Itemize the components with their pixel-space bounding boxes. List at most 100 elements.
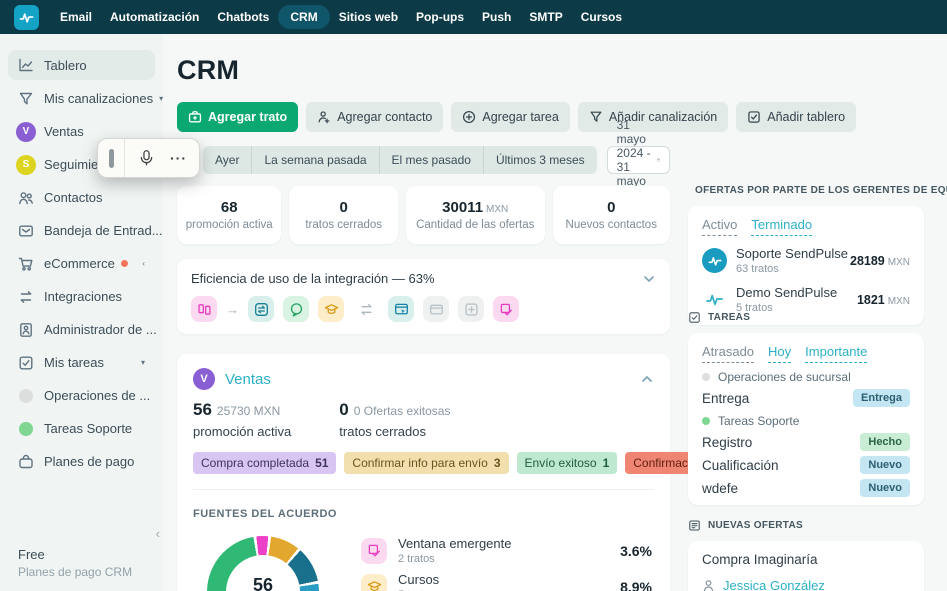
task-status-badge: Nuevo bbox=[860, 456, 910, 474]
text-cursor-handle[interactable] bbox=[98, 139, 125, 177]
wallet-icon bbox=[18, 454, 34, 470]
donut-center-value: 56 bbox=[253, 575, 273, 591]
sidebar-item-label: Contactos bbox=[44, 190, 103, 205]
tab-importante[interactable]: Importante bbox=[805, 344, 867, 363]
sidebar-item-tareas-soporte[interactable]: Tareas Soporte bbox=[0, 412, 163, 445]
nav-item-sitios-web[interactable]: Sitios web bbox=[330, 5, 407, 29]
payments-icon[interactable] bbox=[423, 296, 449, 322]
segment-ayer[interactable]: Ayer bbox=[203, 146, 251, 174]
new-offer-card[interactable]: Compra Imaginaría Jessica González Venta… bbox=[688, 541, 924, 591]
date-range-picker[interactable]: 31 mayo 2024 - 31 mayo 2024 bbox=[607, 146, 670, 174]
task-group-tareas-soporte: Tareas Soporte bbox=[702, 414, 910, 428]
integrations-link-icon[interactable] bbox=[353, 296, 379, 322]
sidebar-item-operaciones[interactable]: Operaciones de ... bbox=[0, 379, 163, 412]
plan-link[interactable]: Planes de pago CRM bbox=[18, 565, 132, 579]
pipeline-ventas-card: V Ventas 5625730 MXN promoción activa 00… bbox=[177, 354, 670, 591]
sidebar-item-planes-de-pago[interactable]: Planes de pago bbox=[0, 445, 163, 478]
crm-icon[interactable] bbox=[388, 296, 414, 322]
sidebar-item-mis-tareas[interactable]: Mis tareas ▾ bbox=[0, 346, 163, 379]
sidebar-footer: Free Planes de pago CRM bbox=[18, 547, 132, 579]
pipeline-name-link[interactable]: Ventas bbox=[225, 371, 271, 388]
plan-name: Free bbox=[18, 547, 132, 562]
calendar-icon bbox=[657, 153, 660, 167]
nav-item-crm[interactable]: CRM bbox=[278, 5, 329, 29]
pipeline-active-stat: 5625730 MXN promoción activa bbox=[193, 400, 291, 439]
board-color-dot bbox=[702, 417, 710, 425]
cart-icon bbox=[18, 256, 34, 272]
automation360-icon[interactable] bbox=[248, 296, 274, 322]
sidebar-item-label: Ventas bbox=[44, 124, 84, 139]
popup-forms-icon[interactable] bbox=[191, 296, 217, 322]
tab-terminado[interactable]: Terminado bbox=[751, 217, 812, 236]
sidebar-item-integraciones[interactable]: Integraciones bbox=[0, 280, 163, 313]
live-chat-icon[interactable] bbox=[283, 296, 309, 322]
sidebar-item-contactos[interactable]: Contactos bbox=[0, 181, 163, 214]
microphone-icon[interactable] bbox=[138, 149, 155, 167]
popups-check-icon[interactable] bbox=[493, 296, 519, 322]
task-row-cualificacion[interactable]: Cualificación Nuevo bbox=[702, 456, 910, 474]
task-row-wdefe[interactable]: wdefe Nuevo bbox=[702, 479, 910, 497]
courses-icon[interactable] bbox=[318, 296, 344, 322]
pipeline-avatar: V bbox=[16, 122, 36, 142]
sidebar-item-bandeja-entrada[interactable]: Bandeja de Entrad... bbox=[0, 214, 163, 247]
integration-efficiency-card: Eficiencia de uso de la integración — 63… bbox=[177, 259, 670, 334]
segment-3-meses[interactable]: Últimos 3 meses bbox=[483, 146, 597, 174]
nav-item-popups[interactable]: Pop-ups bbox=[407, 5, 473, 29]
task-row-registro[interactable]: Registro Hecho bbox=[702, 433, 910, 451]
new-offer-deal-name[interactable]: Compra Imaginaría bbox=[702, 552, 910, 567]
task-row-entrega[interactable]: Entrega Entrega bbox=[702, 389, 910, 407]
stat-new-contacts: 0 Nuevos contactos bbox=[553, 186, 671, 244]
manager-avatar bbox=[702, 248, 727, 273]
sidebar-item-mis-canalizaciones[interactable]: Mis canalizaciones ▾ bbox=[0, 82, 163, 115]
nav-item-chatbots[interactable]: Chatbots bbox=[208, 5, 278, 29]
right-panel: OFERTAS POR PARTE DE LOS GERENTES DE EQU… bbox=[678, 34, 940, 591]
team-offers-title: OFERTAS POR PARTE DE LOS GERENTES DE EQU… bbox=[695, 185, 947, 196]
tab-hoy[interactable]: Hoy bbox=[768, 344, 791, 363]
team-offers-card: Activo Terminado Soporte SendPulse63 tra… bbox=[688, 206, 924, 325]
chevron-down-icon[interactable] bbox=[642, 272, 656, 286]
contacts-icon bbox=[18, 190, 34, 206]
sidebar-collapse-chevron[interactable]: ‹ bbox=[156, 526, 160, 541]
segment-mes-pasado[interactable]: El mes pasado bbox=[379, 146, 483, 174]
stage-tag: Confirmar info para envío3 bbox=[344, 452, 508, 474]
show-more-link[interactable]: Mostrar más bbox=[702, 504, 787, 505]
more-options-icon[interactable]: ··· bbox=[170, 153, 187, 163]
tab-atrasado[interactable]: Atrasado bbox=[702, 344, 754, 363]
chevron-down-icon: ▾ bbox=[141, 358, 145, 367]
tasks-check-icon bbox=[18, 355, 34, 371]
stage-tag: Compra completada51 bbox=[193, 452, 336, 474]
nav-item-push[interactable]: Push bbox=[473, 5, 520, 29]
segment-semana-pasada[interactable]: La semana pasada bbox=[251, 146, 378, 174]
chevron-icon: ‹ bbox=[142, 259, 145, 268]
deal-sources-legend: Ventana emergente2 tratos 3.6% Cursos5 t… bbox=[361, 536, 654, 591]
summary-stats: 68 promoción activa 0 tratos cerrados 30… bbox=[177, 186, 670, 244]
board-color-dot bbox=[19, 389, 33, 403]
sidebar-item-tablero[interactable]: Tablero bbox=[8, 50, 155, 80]
filter-row: Ayer La semana pasada El mes pasado Últi… bbox=[177, 146, 670, 174]
pipeline-avatar: V bbox=[193, 368, 215, 390]
tab-activo[interactable]: Activo bbox=[702, 217, 737, 236]
contact-link[interactable]: Jessica González bbox=[723, 578, 825, 591]
nav-item-email[interactable]: Email bbox=[51, 5, 101, 29]
add-task-button[interactable]: Agregar tarea bbox=[451, 102, 569, 132]
nav-item-cursos[interactable]: Cursos bbox=[572, 5, 631, 29]
add-deal-button[interactable]: Agregar trato bbox=[177, 102, 298, 132]
deal-sources-donut: 56 tratos bbox=[207, 536, 319, 591]
task-status-badge: Entrega bbox=[853, 389, 910, 407]
sidebar-item-administrador[interactable]: Administrador de ... bbox=[0, 313, 163, 346]
funnel-icon bbox=[18, 91, 34, 107]
sidebar-item-ecommerce[interactable]: eCommerce ‹ bbox=[0, 247, 163, 280]
file-manager-icon bbox=[18, 322, 34, 338]
action-buttons: Agregar trato Agregar contacto Agregar t… bbox=[177, 102, 670, 132]
add-integration-icon[interactable] bbox=[458, 296, 484, 322]
chevron-up-icon[interactable] bbox=[640, 372, 654, 386]
pipeline-closed-stat: 00 Ofertas exitosas tratos cerrados bbox=[339, 400, 450, 439]
arrow-right-icon: → bbox=[226, 302, 239, 317]
add-contact-button[interactable]: Agregar contacto bbox=[306, 102, 443, 132]
sidebar-item-label: Integraciones bbox=[44, 289, 122, 304]
sendpulse-logo-icon[interactable] bbox=[14, 5, 39, 30]
manager-row-demo[interactable]: Demo SendPulse5 tratos 1821MXN bbox=[702, 285, 910, 314]
nav-item-automatizacion[interactable]: Automatización bbox=[101, 5, 208, 29]
manager-row-soporte[interactable]: Soporte SendPulse63 tratos 28189MXN bbox=[702, 246, 910, 275]
nav-item-smtp[interactable]: SMTP bbox=[520, 5, 571, 29]
